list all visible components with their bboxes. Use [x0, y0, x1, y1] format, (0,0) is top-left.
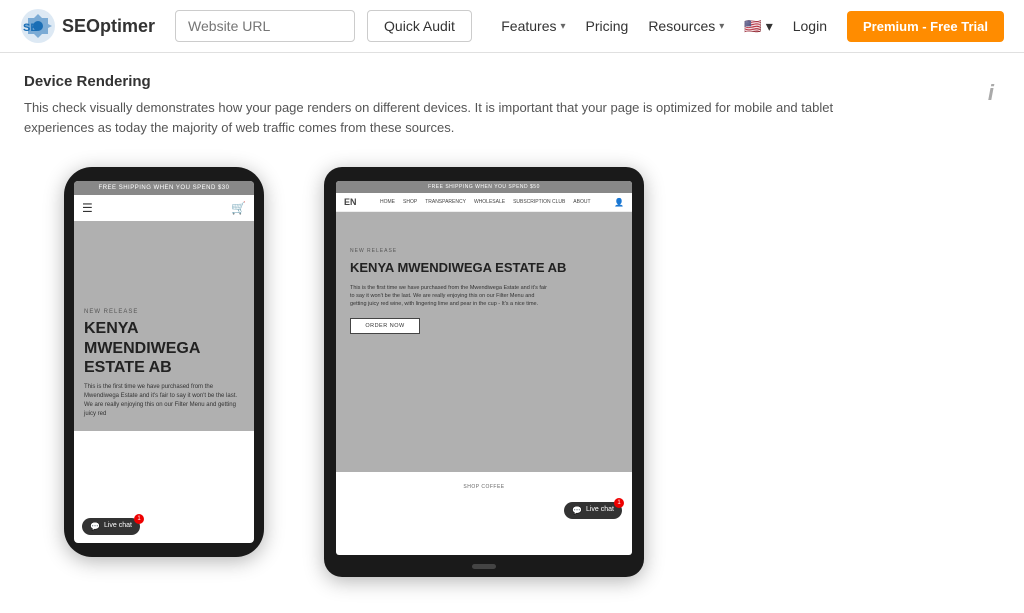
tablet-logo: EN: [344, 197, 357, 207]
tablet-footer: SHOP COFFEE: [336, 472, 632, 502]
phone-banner: FREE SHIPPING WHEN YOU SPEND $30: [74, 181, 254, 195]
tablet-nav-wholesale: WHOLESALE: [474, 199, 505, 205]
tablet-body: This is the first time we have purchased…: [350, 284, 550, 309]
tablet-nav-transparency: TRANSPARENCY: [425, 199, 466, 205]
main-content: Device Rendering This check visually dem…: [0, 53, 1024, 597]
tablet-title: KENYA MWENDIWEGA ESTATE AB: [350, 260, 618, 276]
tablet-chat-bubble: 💬 Live chat 1: [564, 502, 622, 519]
tablet-nav-subscription: SUBSCRIPTION CLUB: [513, 199, 565, 205]
hamburger-icon: ☰: [82, 201, 93, 215]
svg-text:SE: SE: [23, 22, 38, 34]
tablet-device: FREE SHIPPING WHEN YOU SPEND $50 EN HOME…: [324, 167, 644, 577]
phone-body-text: This is the first time we have purchased…: [84, 383, 244, 419]
flag-chevron-icon: ▾: [766, 18, 773, 35]
phone-screen: FREE SHIPPING WHEN YOU SPEND $30 ☰ 🛒 NEW…: [74, 181, 254, 543]
premium-button[interactable]: Premium - Free Trial: [847, 11, 1004, 42]
tablet-chat-notification: 1: [614, 498, 624, 508]
phone-chat-bubble: 💬 Live chat 1: [82, 518, 140, 535]
quick-audit-button[interactable]: Quick Audit: [367, 10, 472, 42]
logo-area: SE SEOptimer: [20, 8, 155, 44]
phone-title: KENYAMWENDIWEGAESTATE AB: [84, 319, 244, 377]
tablet-nav-about: ABOUT: [573, 199, 590, 205]
phone-chat-label: Live chat: [104, 522, 132, 530]
tablet-hero: NEW RELEASE KENYA MWENDIWEGA ESTATE AB T…: [336, 212, 632, 472]
logo-text: SEOptimer: [62, 16, 155, 37]
tablet-nav-home: HOME: [380, 199, 395, 205]
flag-icon: 🇺🇸: [744, 18, 761, 35]
phone-nav-bar: ☰ 🛒: [74, 195, 254, 221]
nav-links: Features ▾ Pricing Resources ▾ 🇺🇸 ▾ Logi…: [501, 11, 1004, 42]
phone-content: NEW RELEASE KENYAMWENDIWEGAESTATE AB Thi…: [74, 221, 254, 431]
phone-frame: FREE SHIPPING WHEN YOU SPEND $30 ☰ 🛒 NEW…: [64, 167, 264, 557]
tablet-chat-label: Live chat: [586, 506, 614, 514]
tablet-screen: FREE SHIPPING WHEN YOU SPEND $50 EN HOME…: [336, 181, 632, 555]
features-link[interactable]: Features ▾: [501, 18, 565, 34]
devices-area: FREE SHIPPING WHEN YOU SPEND $30 ☰ 🛒 NEW…: [24, 167, 1000, 577]
section-title: Device Rendering: [24, 73, 1000, 90]
phone-new-release: NEW RELEASE: [84, 309, 244, 315]
tablet-banner: FREE SHIPPING WHEN YOU SPEND $50: [336, 181, 632, 193]
tablet-nav: EN HOME SHOP TRANSPARENCY WHOLESALE SUBS…: [336, 193, 632, 212]
tablet-nav-shop: SHOP: [403, 199, 417, 205]
tablet-new-release: NEW RELEASE: [350, 248, 618, 254]
tablet-chat-icon: 💬: [572, 506, 582, 515]
language-selector[interactable]: 🇺🇸 ▾: [744, 18, 772, 35]
features-chevron-icon: ▾: [560, 21, 565, 32]
logo-icon: SE: [20, 8, 56, 44]
resources-link[interactable]: Resources ▾: [648, 18, 724, 34]
tablet-nav-links: HOME SHOP TRANSPARENCY WHOLESALE SUBSCRI…: [380, 199, 591, 205]
login-link[interactable]: Login: [793, 18, 827, 34]
url-input[interactable]: [175, 10, 355, 42]
info-icon: i: [988, 80, 994, 106]
tablet-user-icon: 👤: [614, 198, 624, 207]
section-description: This check visually demonstrates how you…: [24, 98, 864, 137]
phone-chat-notification: 1: [134, 514, 144, 524]
resources-chevron-icon: ▾: [719, 21, 724, 32]
pricing-link[interactable]: Pricing: [586, 18, 629, 34]
navbar: SE SEOptimer Quick Audit Features ▾ Pric…: [0, 0, 1024, 53]
cart-icon: 🛒: [231, 201, 246, 215]
phone-device: FREE SHIPPING WHEN YOU SPEND $30 ☰ 🛒 NEW…: [64, 167, 264, 557]
tablet-home-button: [472, 564, 496, 569]
phone-chat-icon: 💬: [90, 522, 100, 531]
tablet-order-button: ORDER NOW: [350, 318, 420, 334]
